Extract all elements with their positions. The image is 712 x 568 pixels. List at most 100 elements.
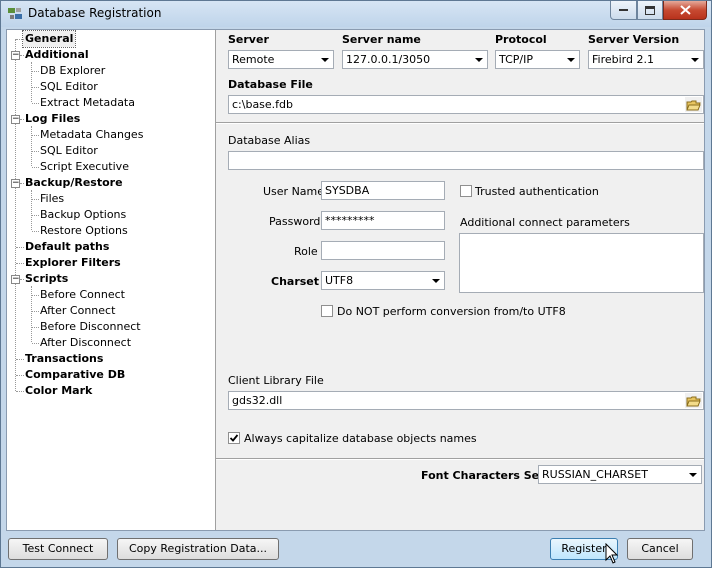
client-library-value: gds32.dll: [232, 394, 283, 407]
tree-line: [31, 62, 32, 102]
tree-item[interactable]: Scripts: [25, 271, 68, 287]
protocol-combo[interactable]: TCP/IP: [495, 50, 580, 69]
tree-line: [31, 190, 32, 230]
tree-line: [20, 55, 24, 56]
tree-line: [32, 215, 39, 216]
database-file-value: c:\base.fdb: [232, 98, 294, 111]
cancel-button[interactable]: Cancel: [627, 538, 693, 560]
client-library-input[interactable]: gds32.dll: [228, 391, 704, 410]
font-charset-combo[interactable]: RUSSIAN_CHARSET: [538, 465, 702, 484]
charset-combo[interactable]: UTF8: [321, 271, 445, 290]
capitalize-checkbox[interactable]: [228, 432, 240, 444]
tree-line: [20, 119, 24, 120]
tree-line: [16, 247, 24, 248]
tree-item[interactable]: After Disconnect: [40, 335, 131, 351]
server-name-value: 127.0.0.1/3050: [346, 53, 431, 66]
close-button[interactable]: [663, 1, 707, 20]
server-name-label: Server name: [342, 33, 421, 46]
database-alias-label: Database Alias: [228, 134, 311, 147]
tree-line: [16, 391, 24, 392]
tree-item[interactable]: Log Files: [25, 111, 80, 127]
tree-item[interactable]: DB Explorer: [40, 63, 105, 79]
dropdown-arrow-icon[interactable]: [685, 466, 701, 483]
database-file-input[interactable]: c:\base.fdb: [228, 95, 704, 114]
password-label: Password: [269, 215, 321, 228]
tree-item[interactable]: Transactions: [25, 351, 103, 367]
additional-params-label: Additional connect parameters: [460, 216, 630, 229]
tree-item[interactable]: After Connect: [40, 303, 115, 319]
tree-item[interactable]: Restore Options: [40, 223, 128, 239]
tree-item[interactable]: Before Connect: [40, 287, 125, 303]
tree-item[interactable]: Comparative DB: [25, 367, 125, 383]
collapse-icon[interactable]: −: [11, 51, 20, 60]
tree-line: [16, 39, 24, 40]
database-file-label: Database File: [228, 78, 313, 91]
tree-item[interactable]: Files: [40, 191, 64, 207]
dropdown-arrow-icon[interactable]: [471, 51, 487, 68]
tree-item[interactable]: Before Disconnect: [40, 319, 141, 335]
collapse-icon[interactable]: −: [11, 115, 20, 124]
tree-item[interactable]: General: [21, 30, 77, 48]
open-folder-icon[interactable]: [685, 97, 702, 112]
tree-line: [32, 167, 39, 168]
open-folder-icon[interactable]: [685, 393, 702, 408]
checkmark-icon: [229, 434, 239, 442]
database-registration-window: Database Registration General Additional −…: [0, 0, 712, 568]
tree-line: [15, 39, 16, 391]
password-value: *********: [325, 214, 375, 227]
role-input[interactable]: [321, 241, 445, 260]
tree-item[interactable]: Default paths: [25, 239, 109, 255]
dropdown-arrow-icon[interactable]: [428, 272, 444, 289]
minimize-button[interactable]: [610, 1, 637, 20]
mouse-cursor-icon: [605, 543, 619, 564]
tree-line: [32, 231, 39, 232]
database-app-icon: [8, 8, 22, 19]
charset-label: Charset: [271, 275, 320, 288]
tree-item[interactable]: Extract Metadata: [40, 95, 135, 111]
tree-item[interactable]: Metadata Changes: [40, 127, 143, 143]
tree-item[interactable]: Script Executive: [40, 159, 129, 175]
tree-line: [20, 279, 24, 280]
tree-item[interactable]: Color Mark: [25, 383, 92, 399]
server-version-value: Firebird 2.1: [592, 53, 654, 66]
tree-line: [32, 327, 39, 328]
separator: [216, 122, 704, 124]
collapse-icon[interactable]: −: [11, 179, 20, 188]
server-version-combo[interactable]: Firebird 2.1: [588, 50, 704, 69]
dropdown-arrow-icon[interactable]: [563, 51, 579, 68]
window-title: Database Registration: [28, 6, 162, 20]
additional-params-memo[interactable]: [459, 233, 704, 293]
copy-registration-data-button[interactable]: Copy Registration Data...: [117, 538, 279, 560]
protocol-value: TCP/IP: [499, 53, 533, 66]
tree-line: [32, 135, 39, 136]
options-tree[interactable]: General Additional − DB Explorer SQL Editor E…: [7, 30, 216, 530]
tree-line: [32, 199, 39, 200]
tree-item[interactable]: Backup/Restore: [25, 175, 123, 191]
test-connect-button[interactable]: Test Connect: [8, 538, 108, 560]
user-name-input[interactable]: SYSDBA: [321, 181, 445, 200]
server-combo[interactable]: Remote: [228, 50, 334, 69]
dropdown-arrow-icon[interactable]: [687, 51, 703, 68]
database-alias-input[interactable]: [228, 151, 704, 170]
tree-item[interactable]: SQL Editor: [40, 79, 98, 95]
password-input[interactable]: *********: [321, 211, 445, 230]
tree-line: [32, 295, 39, 296]
trusted-auth-checkbox[interactable]: [460, 185, 472, 197]
tree-item[interactable]: Backup Options: [40, 207, 126, 223]
font-charset-label: Font Characters Set: [421, 469, 545, 482]
no-conversion-checkbox[interactable]: [321, 305, 333, 317]
collapse-icon[interactable]: −: [11, 275, 20, 284]
tree-item[interactable]: SQL Editor: [40, 143, 98, 159]
dropdown-arrow-icon[interactable]: [317, 51, 333, 68]
tree-line: [20, 183, 24, 184]
tree-item[interactable]: Additional: [25, 47, 89, 63]
client-library-label: Client Library File: [228, 374, 324, 387]
tree-item[interactable]: Explorer Filters: [25, 255, 121, 271]
server-version-label: Server Version: [588, 33, 680, 46]
general-options-panel: Server Remote Server name 127.0.0.1/3050…: [216, 30, 704, 530]
tree-line: [32, 343, 39, 344]
server-name-combo[interactable]: 127.0.0.1/3050: [342, 50, 488, 69]
tree-line: [31, 126, 32, 166]
title-bar[interactable]: Database Registration: [1, 1, 711, 27]
maximize-button[interactable]: [637, 1, 663, 20]
